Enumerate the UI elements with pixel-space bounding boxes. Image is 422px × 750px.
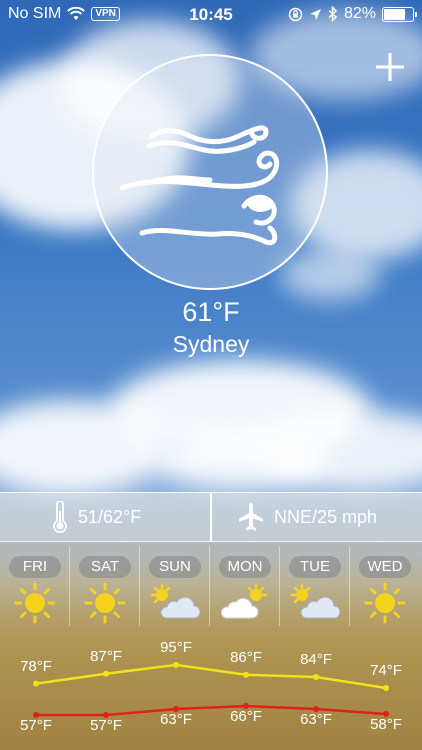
orientation-lock-icon bbox=[288, 7, 303, 21]
partly-cloudy-icon bbox=[220, 583, 268, 620]
wind-info: NNE/25 mph bbox=[238, 493, 377, 541]
low-temperature-label: 58°F bbox=[370, 716, 402, 733]
high-temperature-line-point bbox=[173, 661, 179, 668]
add-location-button[interactable] bbox=[373, 50, 407, 84]
forecast-day[interactable]: FRI bbox=[0, 542, 70, 630]
day-label: SAT bbox=[79, 556, 131, 578]
high-temperature-label: 84°F bbox=[300, 651, 332, 668]
high-temperature-line-point bbox=[313, 674, 319, 680]
forecast-day[interactable]: MON bbox=[210, 542, 280, 630]
high-temperature-label: 74°F bbox=[370, 662, 402, 679]
high-temperature-line-point bbox=[383, 685, 389, 691]
day-label: FRI bbox=[9, 556, 61, 578]
wind-text: NNE/25 mph bbox=[274, 506, 378, 527]
temperature-lines bbox=[33, 661, 389, 718]
windy-icon bbox=[119, 125, 280, 246]
high-temperature-label: 86°F bbox=[230, 648, 262, 666]
low-temperature-label: 66°F bbox=[230, 708, 262, 725]
partly-cloudy-icon bbox=[150, 583, 200, 620]
high-temperature-label: 78°F bbox=[20, 657, 52, 675]
plus-icon bbox=[376, 53, 404, 81]
high-temperature-line-point bbox=[33, 680, 39, 687]
forecast-day[interactable]: TUE bbox=[280, 542, 350, 630]
forecast-day[interactable]: SUN bbox=[140, 542, 210, 630]
day-label: TUE bbox=[289, 556, 341, 578]
low-temperature-line bbox=[36, 704, 387, 717]
day-label: SUN bbox=[149, 556, 201, 578]
info-divider bbox=[210, 493, 212, 541]
temperature-range: 51/62°F bbox=[52, 493, 141, 541]
low-temperature-label: 63°F bbox=[160, 711, 192, 728]
low-temperature-label: 57°F bbox=[20, 717, 52, 734]
high-temperature-line-point bbox=[103, 670, 109, 677]
bluetooth-icon bbox=[328, 6, 338, 22]
forecast-day[interactable]: SAT bbox=[70, 542, 140, 630]
high-temperature-line bbox=[35, 663, 387, 690]
current-condition-circle[interactable] bbox=[92, 54, 328, 290]
low-temperature-label: 63°F bbox=[300, 711, 332, 728]
high-temperature-label: 95°F bbox=[160, 638, 192, 656]
battery-percent: 82% bbox=[343, 5, 376, 22]
battery-icon bbox=[382, 6, 417, 22]
city-name: Sydney bbox=[172, 331, 250, 357]
high-temperature-label: 87°F bbox=[90, 647, 122, 665]
forecast-day[interactable]: WED bbox=[350, 542, 420, 630]
sunny-icon bbox=[14, 582, 56, 624]
forecast-strip: FRI SAT SUN MON TUE WED bbox=[0, 542, 422, 630]
partly-cloudy-icon bbox=[290, 583, 340, 620]
temperature-graph: 78°F 57°F 87°F 57°F 95°F 63°F 86°F 66°F 84°F 63°F… bbox=[0, 630, 422, 750]
day-label: MON bbox=[219, 556, 271, 578]
temperature-range-text: 51/62°F bbox=[78, 506, 142, 527]
sunny-icon bbox=[364, 582, 406, 624]
location-icon bbox=[309, 8, 321, 20]
low-temperature-label: 57°F bbox=[90, 717, 122, 734]
info-bar: 51/62°F NNE/25 mph bbox=[0, 492, 422, 542]
current-temperature: 61°F bbox=[182, 297, 240, 327]
status-bar: No SIM VPN 10:45 82% bbox=[0, 0, 422, 30]
sunny-icon bbox=[84, 582, 126, 624]
plane-icon bbox=[239, 503, 263, 531]
day-label: WED bbox=[359, 556, 411, 578]
high-temperature-line-point bbox=[243, 671, 249, 678]
thermometer-icon bbox=[53, 501, 67, 533]
